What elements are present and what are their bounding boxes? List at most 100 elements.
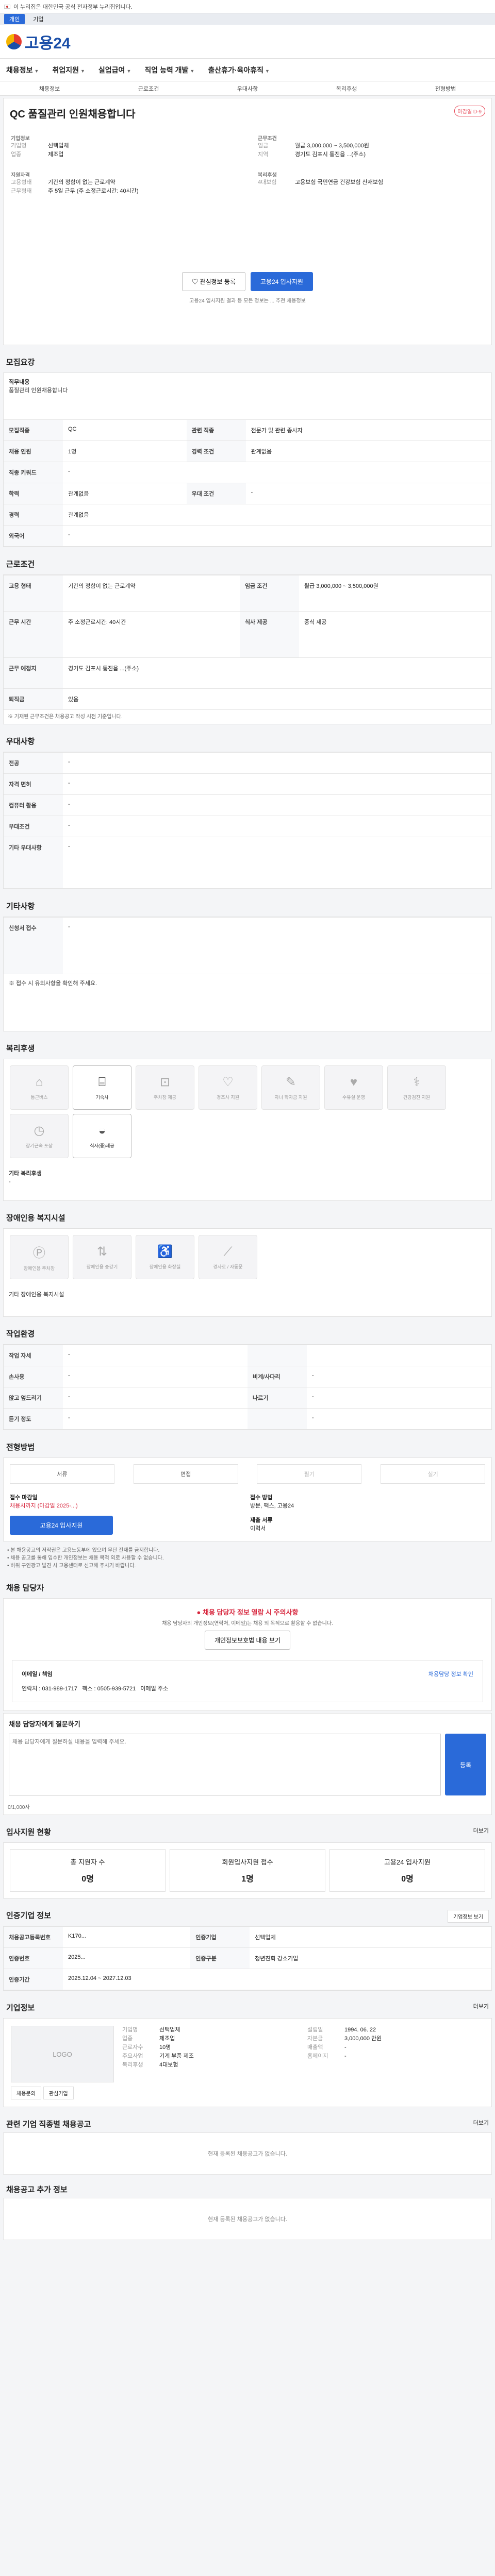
step-practical: 실기 bbox=[381, 1464, 485, 1484]
welfare-item: ♥ 수유실 운영 bbox=[324, 1065, 383, 1110]
info-title: 인증기업 정보 기업정보 보기 bbox=[3, 1901, 492, 1924]
apply-note: 고용24 입사지원 결과 등 모든 정보는 ... 추천 채용정보 bbox=[189, 298, 306, 304]
step-written: 필기 bbox=[257, 1464, 362, 1484]
recent-empty: 현재 등록된 채용공고가 없습니다. bbox=[3, 2198, 492, 2240]
site-header: 고용24 bbox=[0, 25, 495, 59]
other-box: ※ 접수 시 유의사항을 확인해 주세요. bbox=[9, 980, 97, 987]
company-title: 기업정보 더보기 bbox=[3, 1993, 492, 2016]
company-logo: LOGO bbox=[11, 2026, 114, 2082]
nav-item[interactable]: 출산휴가·육아휴직 ▼ bbox=[208, 65, 270, 75]
inquiry-section: 채용 담당자에게 질문하기 등록 0/1,000자 bbox=[3, 1713, 492, 1815]
nav-item[interactable]: 채용정보 ▼ bbox=[6, 65, 39, 75]
job-title: QC 품질관리 인원채용합니다 bbox=[10, 109, 136, 120]
chevron-down-icon: ▼ bbox=[34, 68, 39, 74]
rest-icon: ⚕ bbox=[413, 1075, 420, 1089]
elevator-icon: ⇅ bbox=[96, 1245, 108, 1259]
flag-icon bbox=[4, 4, 10, 9]
info-section: 채용공고등록번호 K170... 인증기업 선택업체 인증번호 2025... 인증구분 청… bbox=[3, 1926, 492, 1991]
site-tabs: 개인 기업 bbox=[0, 13, 495, 25]
work-section: 고용 형태 기간의 정함이 없는 근로계약 임금 조건 월급 3,000,000 ~ … bbox=[3, 574, 492, 724]
subnav-item[interactable]: 복리후생 bbox=[336, 84, 357, 93]
meal-icon: ⌸ bbox=[98, 1075, 106, 1089]
company-more-link[interactable]: 더보기 bbox=[473, 2002, 489, 2010]
welfare-item-label: 기숙사 bbox=[95, 1094, 109, 1100]
welfare-item-label: 식사(중)제공 bbox=[90, 1143, 114, 1148]
edu-icon: ✎ bbox=[285, 1075, 296, 1089]
company-info-button[interactable]: 기업정보 보기 bbox=[448, 1910, 489, 1923]
main-nav: 채용정보 ▼ 취업지원 ▼ 실업급여 ▼ 직업 능력 개발 ▼ 출산휴가·육아휴직 ▼ bbox=[0, 59, 495, 81]
pref-section: 전공 - 자격 면허 - 컴퓨터 활용 - 우대조건 - 기타 우대사항 - bbox=[3, 752, 492, 889]
inquiry-submit-button[interactable]: 등록 bbox=[445, 1734, 486, 1795]
selection-apply-button[interactable]: 고용24 입사지원 bbox=[10, 1516, 113, 1535]
ramp-icon: ⟋ bbox=[223, 1244, 233, 1259]
disability-item: ⇅ 장애인용 승강기 bbox=[73, 1235, 131, 1279]
logo-text: 고용24 bbox=[25, 35, 71, 52]
heart-icon: ♡ bbox=[192, 278, 200, 285]
bowl-icon: ◒ bbox=[98, 1123, 106, 1138]
welfare-other-label: 기타 복리후생 bbox=[9, 1171, 42, 1177]
welfare-item-label: 주차장 제공 bbox=[154, 1095, 176, 1100]
chevron-down-icon: ▼ bbox=[126, 68, 131, 74]
disability-item: Ⓟ 장애인용 주차장 bbox=[10, 1235, 69, 1279]
alert-icon: ● bbox=[196, 1608, 201, 1616]
subnav-item[interactable]: 우대사항 bbox=[237, 84, 258, 93]
sub-nav: 채용정보 근로조건 우대사항 복리후생 전형방법 bbox=[0, 81, 495, 96]
deadline-badge: 마감일 D-9 bbox=[454, 106, 485, 116]
parking-icon: Ⓟ bbox=[33, 1246, 45, 1260]
welfare-item: ✎ 자녀 학자금 지원 bbox=[261, 1065, 320, 1110]
disability-other: 기타 장애인용 복지시설 bbox=[9, 1292, 64, 1298]
cond-label: 근무조건 bbox=[258, 136, 277, 142]
welfare-item-label: 통근버스 bbox=[30, 1094, 48, 1100]
logo-mark-icon bbox=[6, 33, 22, 49]
status-more-link[interactable]: 더보기 bbox=[473, 1826, 489, 1835]
gov-banner-text: 이 누리집은 대한민국 공식 전자정부 누리집입니다. bbox=[13, 4, 133, 10]
subnav-item[interactable]: 전형방법 bbox=[435, 84, 456, 93]
similar-title: 관련 기업 직종별 채용공고 더보기 bbox=[6, 2120, 489, 2129]
subnav-item[interactable]: 채용정보 bbox=[39, 84, 60, 93]
chevron-down-icon: ▼ bbox=[190, 68, 195, 74]
nav-item[interactable]: 직업 능력 개발 ▼ bbox=[144, 65, 194, 75]
tab-company[interactable]: 기업 bbox=[28, 14, 48, 24]
restroom-icon: ♿ bbox=[157, 1245, 173, 1259]
disability-title: 장애인용 복지시설 bbox=[6, 1214, 65, 1223]
emp-label: 복리후생 bbox=[258, 173, 277, 178]
welfare-item-label: 자녀 학자금 지원 bbox=[274, 1095, 307, 1100]
company-label: 기업정보 bbox=[11, 136, 30, 142]
workenv-title: 작업환경 bbox=[6, 1330, 35, 1338]
inquiry-input[interactable] bbox=[9, 1734, 441, 1795]
welfare-item: ◒ 식사(중)제공 bbox=[73, 1114, 131, 1158]
duty-text: 품질관리 인원채용합니다 bbox=[9, 387, 68, 394]
privacy-button[interactable]: 개인정보보호법 내용 보기 bbox=[204, 1631, 291, 1650]
recruit-title: 모집요강 bbox=[6, 358, 35, 367]
similar-empty: 현재 등록된 채용공고가 없습니다. bbox=[3, 2132, 492, 2175]
welfare-item-label: 경조사 지원 bbox=[217, 1095, 239, 1100]
req-label: 지원자격 bbox=[11, 173, 30, 178]
subnav-item[interactable]: 근로조건 bbox=[138, 84, 159, 93]
clock-icon: ◷ bbox=[34, 1124, 45, 1138]
other-title: 기타사항 bbox=[6, 902, 35, 911]
recent-title: 채용공고 추가 정보 bbox=[6, 2185, 68, 2194]
step-doc: 서류 bbox=[10, 1464, 114, 1484]
tab-personal[interactable]: 개인 bbox=[4, 14, 25, 24]
welfare-item-label: 건강검진 지원 bbox=[403, 1095, 431, 1100]
selection-section: 서류 면접 필기 실기 접수 마감일 채용시까지 (마감일 2025-...) 고… bbox=[3, 1458, 492, 1541]
welfare-item: ⌸ 기숙사 bbox=[73, 1065, 131, 1110]
status-section: 총 지원자 수 0명 회원입사지원 접수 1명 고용24 입사지원 0명 bbox=[3, 1842, 492, 1899]
heart-icon: ♥ bbox=[350, 1075, 358, 1089]
welfare-item-label: 장기근속 포상 bbox=[25, 1143, 53, 1148]
house-icon: ⌂ bbox=[35, 1075, 43, 1089]
car-icon: ⊡ bbox=[159, 1075, 171, 1089]
apply-button[interactable]: 고용24 입사지원 bbox=[250, 272, 313, 291]
company-section: LOGO 채용문의 관심기업 기업명 선택업체 업종 제조업 근로자수 10명 주요사업… bbox=[3, 2018, 492, 2107]
logo[interactable]: 고용24 bbox=[6, 30, 71, 53]
contact-section: ● 채용 담당자 정보 열람 시 주의사항 채용 담당자의 개인정보(연락처, … bbox=[3, 1598, 492, 1711]
notices: • 본 채용공고의 저작권은 고용노동부에 있으며 무단 전재를 금지합니다. •… bbox=[7, 1548, 164, 1569]
gift-icon: ♡ bbox=[222, 1075, 234, 1089]
welfare-item: ⊡ 주차장 제공 bbox=[136, 1065, 194, 1110]
interest-button[interactable]: ♡ 관심정보 등록 bbox=[182, 272, 245, 291]
nav-item[interactable]: 실업급여 ▼ bbox=[98, 65, 131, 75]
welfare-item-label: 수유실 운영 bbox=[342, 1094, 365, 1100]
nav-item[interactable]: 취업지원 ▼ bbox=[52, 65, 85, 75]
other-section: 신청서 접수 - ※ 접수 시 유의사항을 확인해 주세요. bbox=[3, 917, 492, 1031]
disability-item: ♿ 장애인용 화장실 bbox=[136, 1235, 194, 1279]
